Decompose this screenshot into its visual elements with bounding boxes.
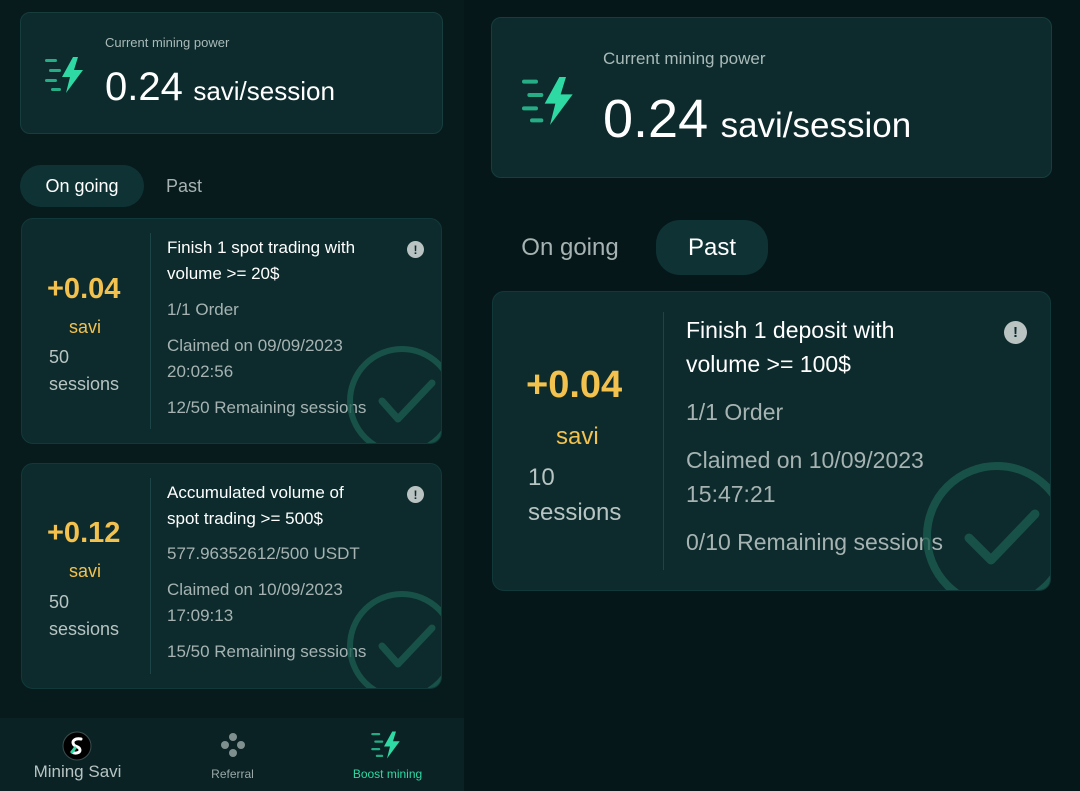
reward-unit: savi — [556, 423, 599, 450]
nav-item-mining-savi[interactable]: Mining Savi — [10, 718, 145, 791]
task-title-line2: volume >= 100$ — [686, 351, 851, 377]
task-card[interactable]: +0.12 savi 50 sessions Accumulated volum… — [21, 463, 442, 689]
info-icon[interactable]: ! — [407, 486, 424, 503]
right-screen: Current mining power 0.24 savi/session O… — [464, 0, 1080, 791]
mining-power-caption: Current mining power — [603, 49, 766, 68]
task-title-line2: spot trading >= 500$ — [167, 509, 323, 528]
info-icon[interactable]: ! — [407, 241, 424, 258]
reward-amount: +0.04 — [47, 273, 121, 305]
boost-bolt-icon — [45, 57, 83, 93]
mining-power-unit: savi/session — [193, 76, 335, 106]
tab-ongoing[interactable]: On going — [504, 220, 636, 275]
reward-sessions-count: 50 — [49, 347, 70, 367]
task-claimed-date: Claimed on 09/09/2023 — [167, 336, 343, 355]
task-card[interactable]: +0.04 savi 10 sessions Finish 1 deposit … — [492, 291, 1051, 591]
task-remaining-sessions: 15/50 Remaining sessions — [167, 642, 367, 661]
mining-power-number: 0.24 — [603, 89, 709, 149]
task-title-line1: Finish 1 spot trading with — [167, 238, 356, 257]
reward-sessions-count: 50 — [49, 592, 70, 612]
nav-label: Referral — [211, 767, 254, 781]
reward-sessions-count: 10 — [528, 464, 555, 491]
task-title-line1: Finish 1 deposit with — [686, 317, 895, 343]
task-remaining-sessions: 12/50 Remaining sessions — [167, 398, 367, 417]
task-remaining-sessions: 0/10 Remaining sessions — [686, 529, 943, 555]
mining-power-value: 0.24 savi/session — [105, 65, 335, 110]
info-icon[interactable]: ! — [1004, 321, 1027, 344]
completed-check-icon — [923, 462, 1050, 590]
mining-power-unit: savi/session — [720, 106, 912, 145]
savi-logo-icon — [62, 731, 92, 761]
task-claimed-time: 20:02:56 — [167, 362, 234, 381]
card-divider — [150, 233, 151, 429]
task-claimed-date: Claimed on 10/09/2023 — [167, 580, 343, 599]
reward-block: +0.04 savi 10 sessions — [493, 292, 663, 590]
task-claimed-date: Claimed on 10/09/2023 — [686, 447, 924, 473]
reward-sessions-label: sessions — [528, 499, 622, 526]
reward-unit: savi — [69, 561, 102, 581]
completed-check-icon — [347, 346, 441, 443]
task-progress: 1/1 Order — [686, 399, 784, 425]
nav-label: Boost mining — [352, 767, 423, 781]
card-divider — [663, 312, 664, 570]
reward-sessions-label: sessions — [49, 619, 120, 639]
nav-item-referral[interactable]: Referral — [165, 718, 300, 791]
task-title-line2: volume >= 20$ — [167, 264, 280, 283]
task-card[interactable]: +0.04 savi 50 sessions Finish 1 spot tra… — [21, 218, 442, 444]
referral-icon — [221, 733, 245, 757]
task-progress: 1/1 Order — [167, 300, 239, 319]
card-divider — [150, 478, 151, 674]
nav-item-boost-mining[interactable]: Boost mining — [320, 718, 455, 791]
tab-past[interactable]: Past — [656, 220, 768, 275]
bottom-navigation: Mining Savi Referral Boost mining — [0, 718, 464, 791]
completed-check-icon — [347, 591, 441, 688]
boost-bolt-icon — [522, 77, 573, 125]
task-claimed-time: 15:47:21 — [686, 481, 776, 507]
task-title-line1: Accumulated volume of — [167, 483, 344, 502]
tab-past[interactable]: Past — [146, 165, 222, 207]
reward-unit: savi — [69, 317, 102, 337]
mining-power-value: 0.24 savi/session — [603, 88, 911, 150]
reward-amount: +0.04 — [526, 364, 623, 406]
mining-power-card: Current mining power 0.24 savi/session — [20, 12, 443, 134]
task-progress: 577.96352612/500 USDT — [167, 544, 360, 563]
reward-block: +0.12 savi 50 sessions — [22, 464, 150, 688]
mining-power-card: Current mining power 0.24 savi/session — [491, 17, 1052, 178]
mining-power-number: 0.24 — [105, 65, 183, 109]
bolt-icon — [371, 731, 400, 759]
task-claimed-time: 17:09:13 — [167, 606, 234, 625]
tab-ongoing[interactable]: On going — [20, 165, 144, 207]
nav-label: Mining Savi — [33, 762, 122, 781]
left-screen: Current mining power 0.24 savi/session O… — [0, 0, 464, 791]
reward-sessions-label: sessions — [49, 374, 120, 394]
mining-power-caption: Current mining power — [105, 35, 230, 50]
reward-amount: +0.12 — [47, 517, 121, 549]
reward-block: +0.04 savi 50 sessions — [22, 219, 150, 443]
